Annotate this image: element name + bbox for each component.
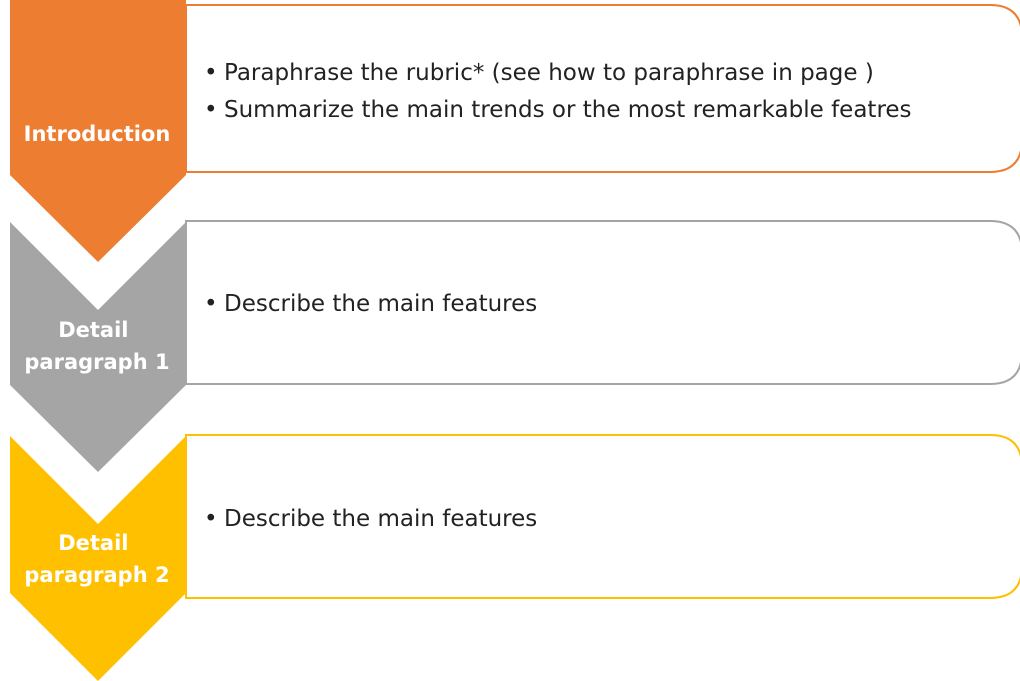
step-1-content-box — [185, 4, 1020, 173]
step-3-label-line-1: Detail — [58, 531, 128, 555]
step-2-bullet-1: Describe the main features — [224, 291, 537, 317]
step-2-bullet-1-marker: • — [204, 291, 218, 317]
step-1-label-line-1: Introduction — [24, 122, 171, 146]
process-diagram: Introduction • Paraphrase the rubric* (s… — [10, 0, 1020, 681]
step-detail-paragraph-2: Detail paragraph 2 • Describe the main f… — [10, 434, 1020, 681]
step-3-bullet-1-marker: • — [204, 506, 218, 532]
step-3-label-line-2: paragraph 2 — [24, 563, 169, 587]
step-3-chevron — [10, 436, 186, 681]
step-3-bullet-1: Describe the main features — [224, 506, 537, 532]
step-2-label-line-1: Detail — [58, 318, 128, 342]
step-1-bullet-1-marker: • — [204, 60, 218, 86]
step-1-bullet-2: Summarize the main trends or the most re… — [224, 97, 912, 123]
step-1-label: Introduction — [24, 122, 171, 146]
step-1-bullet-1: Paraphrase the rubric* (see how to parap… — [224, 60, 874, 86]
step-1-bullet-2-marker: • — [204, 97, 218, 123]
step-2-label-line-2: paragraph 1 — [24, 350, 169, 374]
